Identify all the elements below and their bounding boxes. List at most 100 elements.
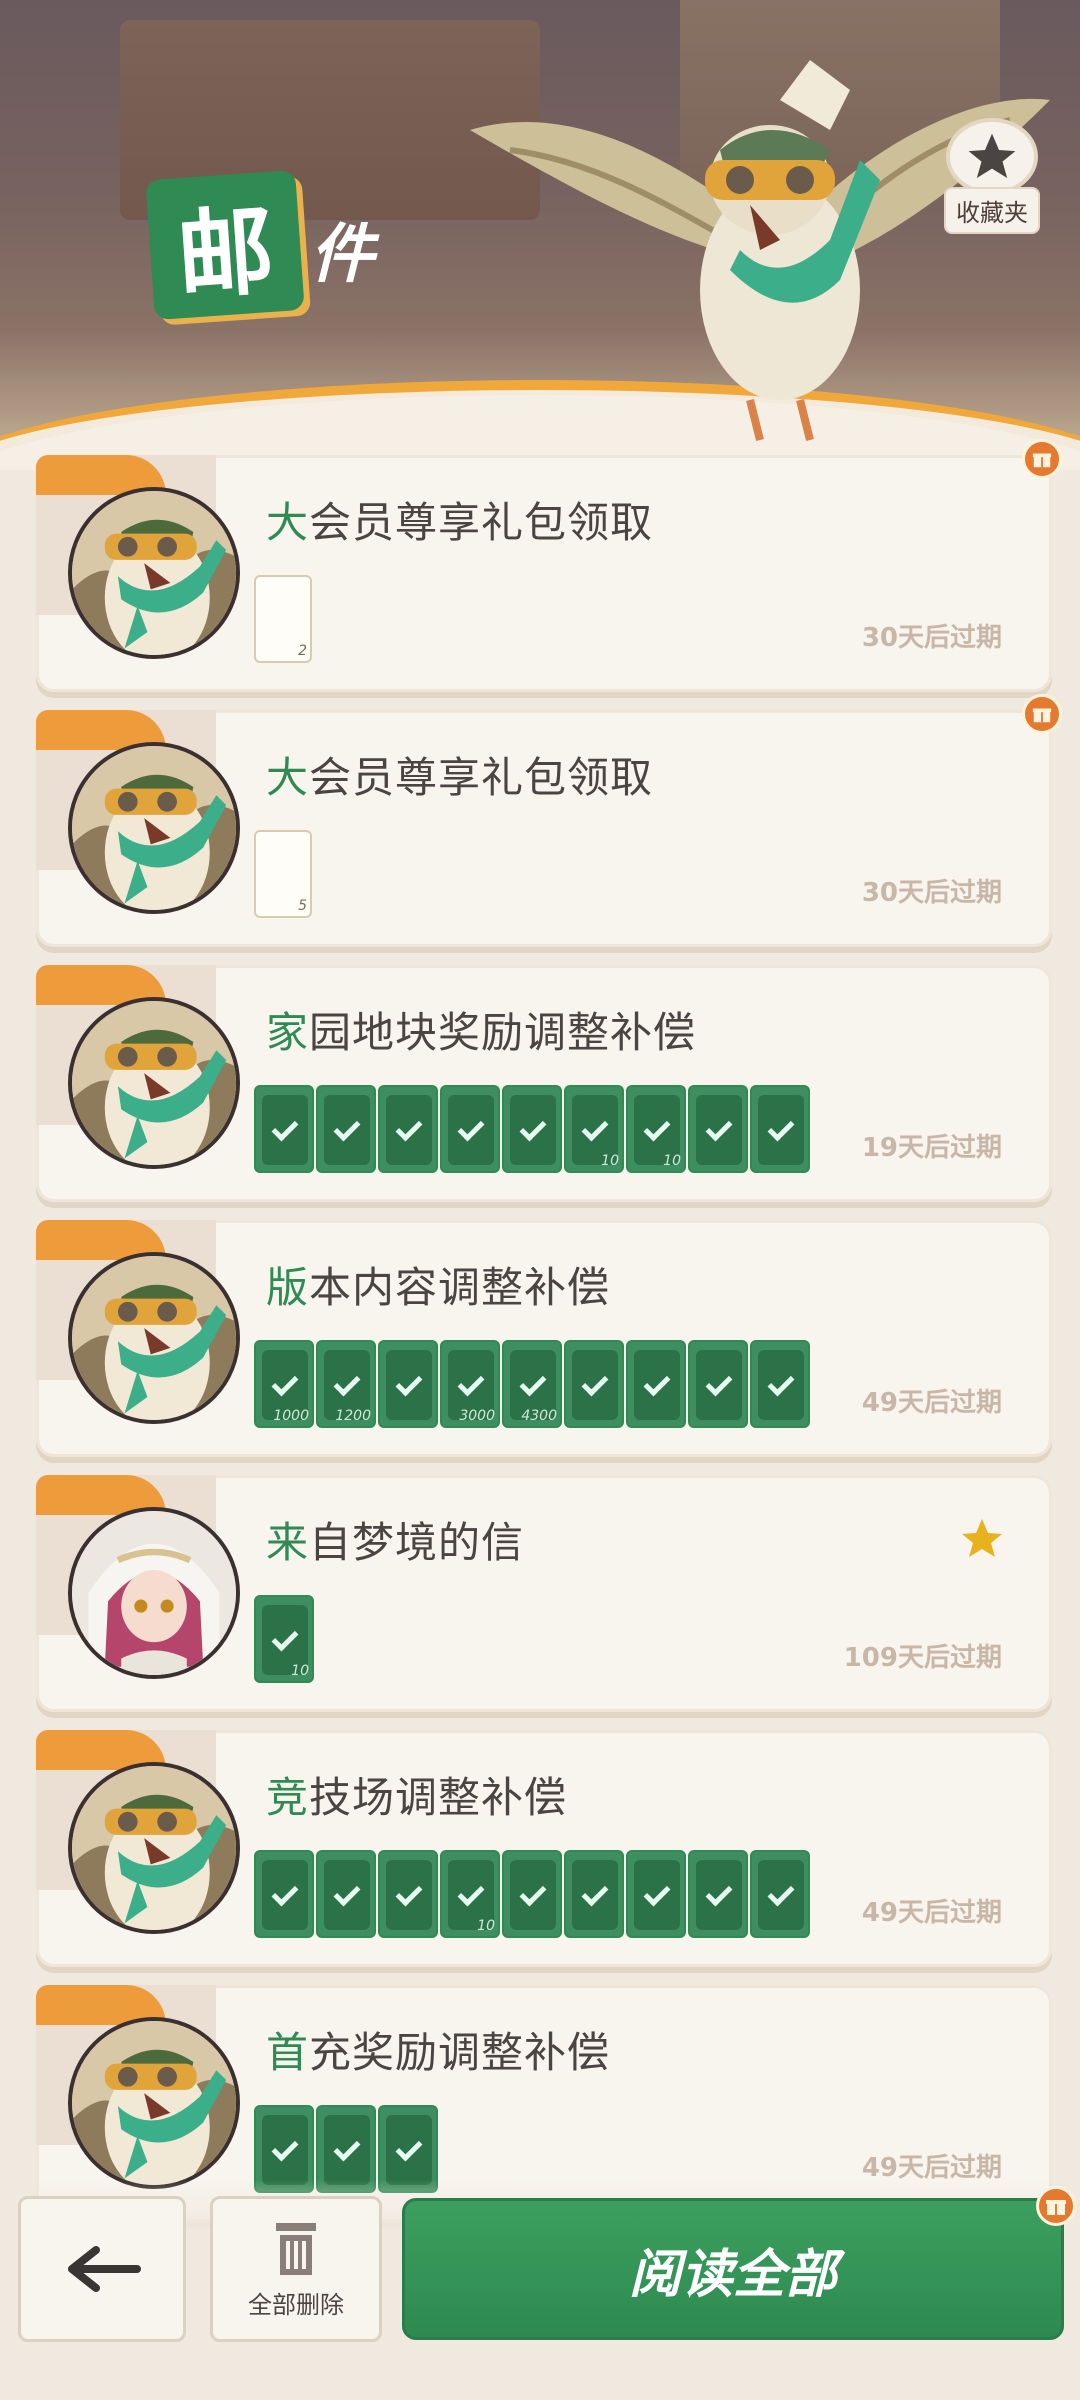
reward-quantity: 10 bbox=[477, 1918, 495, 1934]
sender-avatar bbox=[68, 2017, 240, 2189]
mail-title-text: 会员尊享礼包领取 bbox=[309, 498, 654, 547]
mail-item[interactable]: 大会员尊享礼包领取 5 30天后过期 bbox=[36, 694, 1062, 947]
reward-quantity: 1200 bbox=[335, 1408, 371, 1424]
expire-label: 30天后过期 bbox=[861, 623, 1002, 653]
sender-avatar bbox=[68, 742, 240, 914]
reward-item: 1200 bbox=[316, 1340, 376, 1428]
back-arrow-icon bbox=[68, 2246, 141, 2292]
reward-item bbox=[254, 1085, 314, 1173]
bird-avatar-art bbox=[72, 2021, 236, 2185]
title-badge: 邮 bbox=[145, 169, 305, 321]
mail-title: 来自梦境的信 bbox=[266, 1509, 524, 1570]
mail-title-text: 会员尊享礼包领取 bbox=[309, 753, 654, 802]
sender-avatar bbox=[68, 1762, 240, 1934]
reward-item bbox=[378, 1085, 438, 1173]
mail-item[interactable]: 竞技场调整补偿 10 49天后过期 bbox=[36, 1730, 1052, 1967]
mail-title-text: 自梦境的信 bbox=[309, 1518, 525, 1567]
reward-quantity: 5 bbox=[298, 898, 307, 914]
mascot-bird-illustration bbox=[470, 60, 1050, 441]
reward-quantity: 2 bbox=[298, 643, 307, 659]
mail-title-text: 本内容调整补偿 bbox=[309, 1263, 611, 1312]
expire-label: 30天后过期 bbox=[861, 878, 1002, 908]
star-icon bbox=[968, 133, 1016, 178]
expire-label: 49天后过期 bbox=[861, 2153, 1002, 2183]
mail-title: 大会员尊享礼包领取 bbox=[266, 489, 653, 550]
delete-all-button[interactable]: 全部删除 bbox=[210, 2196, 382, 2342]
reward-quantity: 10 bbox=[663, 1153, 681, 1169]
reward-item bbox=[750, 1085, 810, 1173]
reward-items: 2 bbox=[254, 575, 312, 663]
reward-quantity: 10 bbox=[291, 1663, 309, 1679]
mail-title-initial: 来 bbox=[266, 1518, 310, 1567]
reward-items: 10 bbox=[254, 1595, 314, 1683]
reward-items: 1000 1200 3000 4300 bbox=[254, 1340, 810, 1428]
reward-item: 10 bbox=[440, 1850, 500, 1938]
reward-item bbox=[626, 1340, 686, 1428]
mail-title-text: 充奖励调整补偿 bbox=[309, 2028, 611, 2077]
bird-avatar-art bbox=[72, 1256, 236, 1420]
gift-icon bbox=[1022, 694, 1062, 734]
page-title: 邮 件 bbox=[145, 169, 374, 321]
mail-title-initial: 版 bbox=[266, 1263, 310, 1312]
header-banner: 邮 件 收藏夹 bbox=[0, 0, 1080, 470]
bird-avatar-art bbox=[72, 746, 236, 910]
sender-avatar bbox=[68, 487, 240, 659]
reward-item: 10 bbox=[254, 1595, 314, 1683]
favorite-star-icon[interactable] bbox=[958, 1515, 1006, 1563]
mail-title: 竞技场调整补偿 bbox=[266, 1764, 567, 1825]
trash-icon bbox=[276, 2222, 316, 2275]
mail-title: 首充奖励调整补偿 bbox=[266, 2019, 610, 2080]
reward-item bbox=[502, 1850, 562, 1938]
bird-avatar-art bbox=[72, 491, 236, 655]
reward-item: 4300 bbox=[502, 1340, 562, 1428]
reward-item bbox=[378, 1850, 438, 1938]
sender-avatar bbox=[68, 1507, 240, 1679]
girl-avatar-art bbox=[72, 1511, 236, 1675]
mail-title-text: 园地块奖励调整补偿 bbox=[309, 1008, 697, 1057]
delete-all-label: 全部删除 bbox=[248, 2290, 344, 2319]
reward-item bbox=[688, 1085, 748, 1173]
expire-label: 109天后过期 bbox=[843, 1643, 1002, 1673]
reward-quantity: 10 bbox=[601, 1153, 619, 1169]
reward-item bbox=[440, 1085, 500, 1173]
mail-title-text: 技场调整补偿 bbox=[309, 1773, 568, 1822]
mail-title-initial: 大 bbox=[266, 498, 310, 547]
mail-title: 家园地块奖励调整补偿 bbox=[266, 999, 696, 1060]
reward-item bbox=[316, 1850, 376, 1938]
mail-title-initial: 首 bbox=[266, 2028, 310, 2077]
reward-quantity: 4300 bbox=[521, 1408, 557, 1424]
reward-items: 10 10 bbox=[254, 1085, 810, 1173]
mail-item[interactable]: 版本内容调整补偿 1000 1200 3000 4300 49天后过期 bbox=[36, 1220, 1052, 1457]
mail-title-initial: 竞 bbox=[266, 1773, 310, 1822]
reward-item: 5 bbox=[254, 830, 312, 918]
reward-item bbox=[750, 1850, 810, 1938]
favorites-label: 收藏夹 bbox=[944, 187, 1040, 234]
mail-item[interactable]: 家园地块奖励调整补偿 10 10 19天后过期 bbox=[36, 965, 1052, 1202]
mail-item[interactable]: 大会员尊享礼包领取 2 30天后过期 bbox=[36, 439, 1062, 692]
mail-item[interactable]: 来自梦境的信 10 109天后过期 bbox=[36, 1475, 1052, 1712]
reward-item bbox=[688, 1340, 748, 1428]
mail-title: 大会员尊享礼包领取 bbox=[266, 744, 653, 805]
expire-label: 49天后过期 bbox=[861, 1388, 1002, 1418]
mail-list: 大会员尊享礼包领取 2 30天后过期 大会员尊享礼包领取 5 30天后过期 家园… bbox=[36, 439, 1062, 2240]
reward-item bbox=[750, 1340, 810, 1428]
reward-item: 10 bbox=[626, 1085, 686, 1173]
reward-item bbox=[626, 1850, 686, 1938]
reward-item bbox=[254, 1850, 314, 1938]
expire-label: 49天后过期 bbox=[861, 1898, 1002, 1928]
reward-item bbox=[564, 1850, 624, 1938]
reward-item bbox=[564, 1340, 624, 1428]
gift-icon bbox=[1036, 2186, 1076, 2226]
mail-title: 版本内容调整补偿 bbox=[266, 1254, 610, 1315]
favorites-button[interactable]: 收藏夹 bbox=[940, 118, 1044, 234]
reward-items: 5 bbox=[254, 830, 312, 918]
reward-items: 10 bbox=[254, 1850, 810, 1938]
reward-item: 10 bbox=[564, 1085, 624, 1173]
mail-title-initial: 家 bbox=[266, 1008, 310, 1057]
bird-avatar-art bbox=[72, 1766, 236, 1930]
title-rest: 件 bbox=[310, 218, 374, 292]
read-all-button[interactable]: 阅读全部 bbox=[402, 2198, 1064, 2340]
back-button[interactable] bbox=[18, 2196, 186, 2342]
reward-quantity: 1000 bbox=[273, 1408, 309, 1424]
expire-label: 19天后过期 bbox=[861, 1133, 1002, 1163]
